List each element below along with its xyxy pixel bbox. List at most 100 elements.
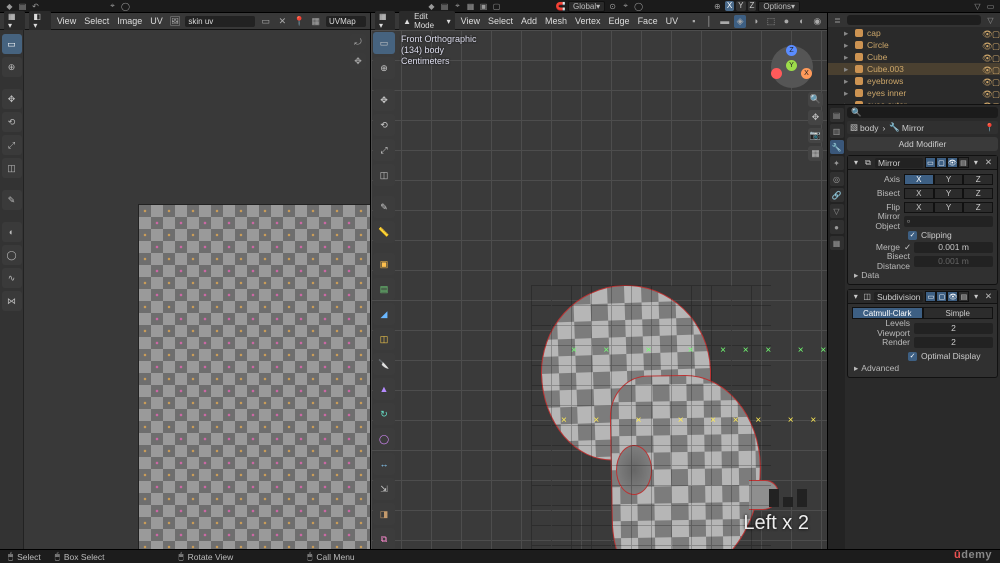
v3d-tool-cursor[interactable]: ⊕ (373, 57, 395, 79)
options-dropdown[interactable]: Options ▾ (758, 1, 800, 12)
optimal-display-checkbox[interactable]: ✓ (908, 352, 917, 361)
eye-icon[interactable]: 👁 (982, 53, 990, 61)
editor-type-3d-dropdown[interactable]: ▦ ▾ (375, 11, 395, 31)
pan-icon[interactable]: ✥ (808, 110, 823, 125)
clipping-checkbox[interactable]: ✓ (908, 231, 917, 240)
tab-texture[interactable]: ▦ (830, 236, 844, 250)
overlay-toggle-icon[interactable]: ◈ (734, 15, 745, 28)
restrict-icon[interactable]: ▢ (992, 53, 1000, 61)
uv-tool-relax[interactable]: ∿ (2, 268, 22, 288)
prop2-icon[interactable]: ◯ (633, 1, 644, 12)
tab-particles[interactable]: ✦ (830, 156, 844, 170)
v3d-menu-select[interactable]: Select (486, 16, 515, 26)
unlink-image-icon[interactable]: ✕ (276, 15, 289, 28)
axis-x-toggle[interactable]: X (725, 1, 734, 11)
v3d-tool-rotate[interactable]: ⟲ (373, 114, 395, 136)
uvmap-name-field[interactable]: UVMap (326, 16, 366, 27)
tab-render[interactable]: ▤ (830, 108, 844, 122)
browse-image-icon[interactable]: ▭ (259, 15, 272, 28)
v3d-tool-inset[interactable]: ▤ (373, 278, 395, 300)
sel2-icon[interactable]: ▢ (491, 1, 502, 12)
uvmap-icon[interactable]: ▦ (309, 15, 322, 28)
mod-expand-icon[interactable]: ▾ (851, 158, 861, 168)
mirror-object-field[interactable]: ▫ (904, 216, 993, 227)
v3d-tool-select[interactable]: ▭ (373, 32, 395, 54)
mirror-remove-button[interactable]: ✕ (983, 157, 994, 168)
tab-modifiers[interactable]: 🔧 (830, 140, 844, 154)
snap2-icon[interactable]: ⌖ (620, 1, 631, 12)
mode-dropdown[interactable]: ▲ Edit Mode ▾ (399, 11, 454, 31)
restrict-icon[interactable]: ▢ (992, 77, 1000, 85)
mirror-bisect-xyz[interactable]: XYZ (904, 188, 993, 199)
outliner-row[interactable]: ▸eyebrows 👁▢ (828, 75, 1000, 87)
uv-tool-select[interactable]: ▭ (2, 34, 22, 54)
eye-icon[interactable]: 👁 (982, 41, 990, 49)
bisect-dist-value[interactable]: 0.001 m (914, 256, 993, 267)
v3d-tool-scale[interactable]: ⤢ (373, 139, 395, 161)
eye-icon[interactable]: 👁 (982, 89, 990, 97)
zoom-icon[interactable]: 🔍 (808, 92, 823, 107)
tab-output[interactable]: ▥ (830, 124, 844, 138)
uv-menu-image[interactable]: Image (115, 16, 144, 26)
props-search[interactable]: 🔍 (847, 107, 998, 118)
outliner-row[interactable]: ▸Circle 👁▢ (828, 39, 1000, 51)
uv-menu-view[interactable]: View (55, 16, 78, 26)
editor-type-dropdown[interactable]: ▦ ▾ (4, 11, 25, 31)
v3d-menu-uv[interactable]: UV (664, 16, 681, 26)
v3d-menu-view[interactable]: View (459, 16, 482, 26)
file-icon[interactable]: ▤ (17, 1, 28, 12)
mirror-flip-xyz[interactable]: XYZ (904, 202, 993, 213)
uv-menu-select[interactable]: Select (82, 16, 111, 26)
uv-tool-rip[interactable]: ◐ (2, 222, 22, 242)
file-icon[interactable]: ▤ (439, 1, 450, 12)
v3d-tool-extrude[interactable]: ▣ (373, 253, 395, 275)
v3d-menu-vertex[interactable]: Vertex (573, 16, 603, 26)
uv-tool-move[interactable]: ✥ (2, 89, 22, 109)
uv-tool-cursor[interactable]: ⊕ (2, 57, 22, 77)
shading-solid-icon[interactable]: ● (781, 15, 792, 28)
tab-physics[interactable]: ◎ (830, 172, 844, 186)
image-link-icon[interactable]: 🖼 (169, 15, 182, 28)
v3d-tool-spin[interactable]: ↻ (373, 403, 395, 425)
mod-expand-icon[interactable]: ▾ (851, 292, 860, 302)
gizmo-axis-neg[interactable] (771, 68, 782, 79)
axis-y-toggle[interactable]: Y (736, 1, 745, 11)
image-name-field[interactable]: skin uv (185, 16, 255, 27)
shading-render-icon[interactable]: ◉ (812, 15, 823, 28)
outliner-row[interactable]: ▸Cube.003 👁▢ (828, 63, 1000, 75)
sel-edge-icon[interactable]: │ (704, 15, 715, 28)
merge-value[interactable]: 0.001 m (914, 242, 993, 253)
tab-material[interactable]: ● (830, 220, 844, 234)
subdiv-name-field[interactable]: Subdivision (874, 292, 923, 302)
mod-menu-icon[interactable]: ▾ (971, 158, 981, 168)
v3d-tool-shrink[interactable]: ⇲ (373, 478, 395, 500)
cursor-icon[interactable]: ⌖ (452, 1, 463, 12)
gizmo-axis-y[interactable]: Y (786, 60, 797, 71)
gizmo-axis-z[interactable]: Z (786, 45, 797, 56)
mirror-axis-xyz[interactable]: XYZ (904, 174, 993, 185)
magnet-icon[interactable]: 🧲 (555, 1, 566, 12)
sel-face-icon[interactable]: ▬ (719, 15, 730, 28)
v3d-tool-annotate[interactable]: ✎ (373, 196, 395, 218)
new-collection-icon[interactable]: ▭ (985, 1, 996, 12)
restrict-icon[interactable]: ▢ (992, 41, 1000, 49)
uv-tool-grab[interactable]: ◯ (2, 245, 22, 265)
v3d-tool-bevel[interactable]: ◢ (373, 303, 395, 325)
camera-icon[interactable]: 📷 (808, 128, 823, 143)
v3d-tool-measure[interactable]: 📏 (373, 221, 395, 243)
uv-mode-dropdown[interactable]: ◧ ▾ (29, 11, 50, 31)
sel-icon[interactable]: ▣ (478, 1, 489, 12)
shading-mat-icon[interactable]: ◐ (796, 15, 807, 28)
uv-pan-icon[interactable]: ✥ (350, 53, 366, 69)
uv-menu-uv[interactable]: UV (148, 16, 165, 26)
tab-data[interactable]: ▽ (830, 204, 844, 218)
outliner-row[interactable]: ▸Cube 👁▢ (828, 51, 1000, 63)
eye-icon[interactable]: 👁 (982, 77, 990, 85)
restrict-icon[interactable]: ▢ (992, 29, 1000, 37)
v3d-tool-rip[interactable]: ⧉ (373, 528, 395, 549)
mirror-name-field[interactable]: Mirror (875, 158, 923, 168)
outliner-type-icon[interactable]: ≣ (832, 15, 843, 26)
v3d-menu-edge[interactable]: Edge (607, 16, 632, 26)
sel-vert-icon[interactable]: ▪ (688, 15, 699, 28)
undo-icon[interactable]: ↶ (30, 1, 41, 12)
